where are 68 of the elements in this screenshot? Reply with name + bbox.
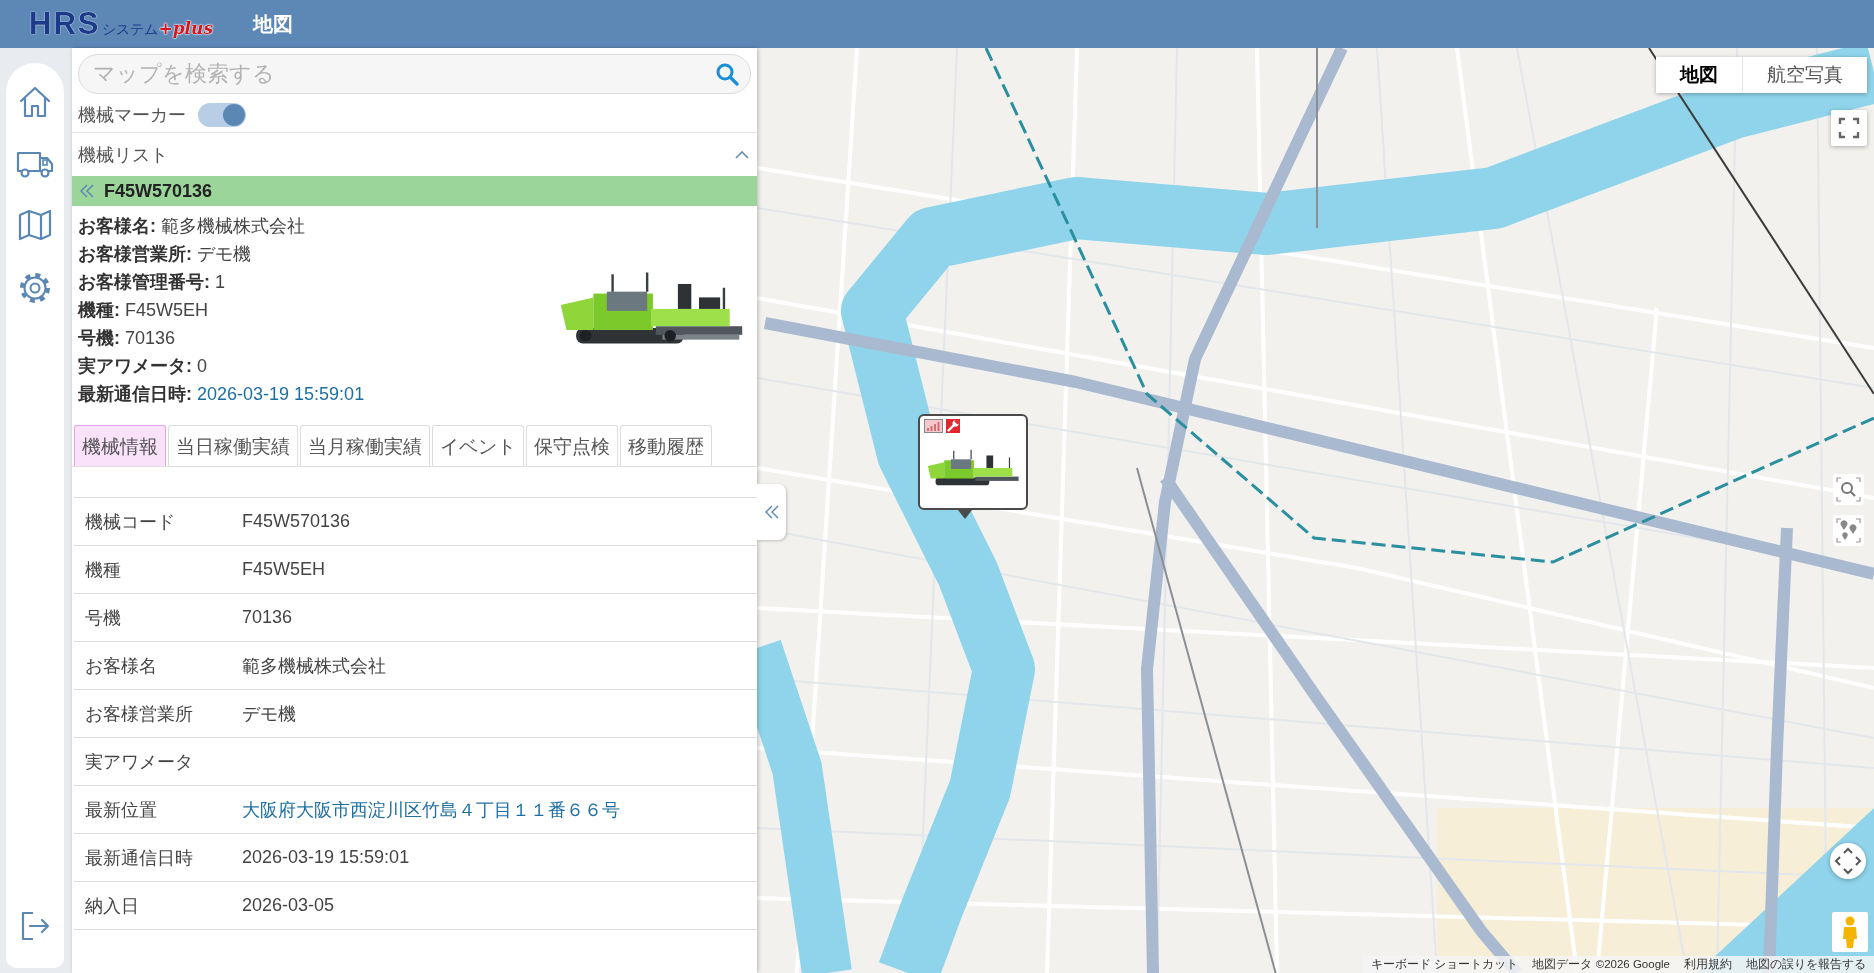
- table-cell-text: お客様名: [84, 654, 158, 678]
- attribution-link[interactable]: 地図データ ©2026 Google: [1532, 957, 1670, 972]
- settings-icon: [18, 271, 52, 305]
- detail-value: F45W5EH: [125, 299, 209, 321]
- search-icon[interactable]: [715, 62, 739, 86]
- tab[interactable]: イベント: [432, 425, 524, 466]
- detail-label: お客様管理番号:: [78, 271, 210, 294]
- table-cell-text: 範多機械株式会社: [242, 654, 386, 678]
- fullscreen-icon[interactable]: [1831, 110, 1867, 146]
- machine-code: F45W570136: [104, 180, 213, 202]
- logout-icon: [19, 910, 51, 942]
- table-cell-text: お客様営業所: [84, 702, 194, 726]
- tab[interactable]: 当日稼働実績: [168, 425, 298, 466]
- marker-pointer-icon: [958, 510, 972, 519]
- search-field[interactable]: マップを検索する: [78, 54, 751, 94]
- detail-value: 範多機械株式会社: [161, 215, 305, 238]
- map-button[interactable]: [16, 207, 54, 243]
- table-cell: 2026-03-05: [242, 895, 335, 916]
- move-arrows-icon[interactable]: [1830, 843, 1866, 879]
- address-link[interactable]: 大阪府大阪市西淀川区竹島４丁目１１番６６号: [242, 797, 620, 822]
- double-chevron-left-icon: [764, 505, 779, 519]
- detail-value: デモ機: [197, 243, 251, 266]
- tab[interactable]: 機械情報: [74, 425, 166, 466]
- detail-label: 実アワメータ:: [78, 355, 192, 378]
- page-title: 地図: [253, 11, 293, 37]
- table-cell-text: 機械コード: [84, 510, 176, 534]
- detail-label: 機種:: [78, 299, 120, 322]
- table-cell: 70136: [242, 607, 293, 628]
- detail-value: 0: [197, 355, 207, 377]
- attribution-link[interactable]: 地図の誤りを報告する: [1746, 957, 1866, 972]
- machine-marker[interactable]: [918, 414, 1028, 510]
- detail-label: 号機:: [78, 327, 120, 350]
- table-cell-text: 実アワメータ: [84, 750, 194, 774]
- app-logo: HRS システム+plus: [29, 6, 213, 42]
- wrench-icon: [946, 419, 960, 433]
- map-icon: [18, 209, 52, 241]
- list-title: 機械リスト: [78, 143, 168, 167]
- double-chevron-left-icon[interactable]: [80, 184, 94, 198]
- signal-bars-icon: [924, 419, 943, 433]
- toggle-label: 機械マーカー: [78, 104, 186, 127]
- tab[interactable]: 保守点検: [526, 425, 618, 466]
- attribution-link[interactable]: 利用規約: [1684, 957, 1732, 972]
- truck-icon: [16, 149, 54, 179]
- magnifier-icon[interactable]: [1833, 474, 1864, 505]
- table-cell-text: 機種: [84, 558, 122, 582]
- table-cell: F45W570136: [242, 511, 351, 532]
- table-cell-text: 号機: [84, 606, 122, 630]
- tab[interactable]: 移動履歴: [620, 425, 712, 466]
- detail-value: 1: [215, 271, 225, 293]
- detail-link[interactable]: 2026-03-19 15:59:01: [197, 383, 365, 405]
- tab[interactable]: 当月稼働実績: [300, 425, 430, 466]
- home-icon: [18, 85, 52, 119]
- table-cell-text: 納入日: [84, 894, 140, 918]
- table-cell: 2026-03-19 15:59:01: [242, 847, 410, 868]
- table-cell: F45W5EH: [242, 559, 326, 580]
- detail-value: 70136: [125, 327, 176, 349]
- chevron-up-icon[interactable]: [735, 150, 749, 159]
- table-cell-text: 最新位置: [84, 798, 158, 822]
- marker-toggle[interactable]: [198, 103, 246, 127]
- table-cell-text: デモ機: [242, 702, 296, 726]
- map-type-tab[interactable]: 航空写真: [1743, 57, 1867, 93]
- detail-label: 最新通信日時:: [78, 383, 192, 406]
- detail-label: お客様営業所:: [78, 243, 192, 266]
- map-type-tab[interactable]: 地図: [1656, 57, 1743, 93]
- attribution-link[interactable]: キーボード ショートカット: [1371, 957, 1519, 972]
- table-cell-text: 最新通信日時: [84, 846, 194, 870]
- map-pins-icon[interactable]: [1833, 515, 1864, 546]
- detail-label: お客様名:: [78, 215, 156, 238]
